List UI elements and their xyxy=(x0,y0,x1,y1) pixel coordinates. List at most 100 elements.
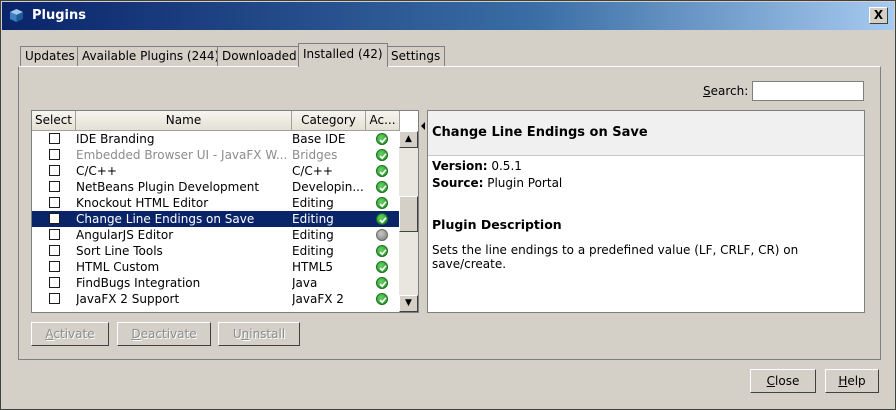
splitter-arrow-icon xyxy=(421,122,425,130)
select-checkbox[interactable] xyxy=(49,197,60,208)
active-cell xyxy=(366,275,400,291)
active-cell xyxy=(366,211,400,227)
plugin-name: Change Line Endings on Save xyxy=(76,212,255,226)
column-header-category[interactable]: Category xyxy=(292,111,366,131)
select-checkbox[interactable] xyxy=(49,277,60,288)
select-checkbox[interactable] xyxy=(49,133,60,144)
plugin-category: C/C++ xyxy=(292,164,333,178)
description-heading: Plugin Description xyxy=(432,217,562,232)
activate-button[interactable]: Activate xyxy=(31,322,109,346)
active-cell xyxy=(366,163,400,179)
table-row[interactable]: C/C++ C/C++ xyxy=(32,163,400,179)
check-circle-icon xyxy=(376,261,388,273)
plugin-category: Developin... xyxy=(292,180,364,194)
table-row[interactable]: Change Line Endings on Save Editing xyxy=(32,211,400,227)
table-row[interactable]: Sort Line Tools Editing xyxy=(32,243,400,259)
plugin-table: Select Name Category Ac... IDE Branding B… xyxy=(31,110,419,313)
grey-circle-icon xyxy=(376,229,388,241)
check-circle-icon xyxy=(376,149,388,161)
plugin-category: Editing xyxy=(292,212,334,226)
active-cell xyxy=(366,227,400,243)
table-row[interactable]: Embedded Browser UI - JavaFX W... Bridges xyxy=(32,147,400,163)
table-row[interactable]: AngularJS Editor Editing xyxy=(32,227,400,243)
tab-settings[interactable]: Settings xyxy=(386,46,446,66)
close-button[interactable]: Close xyxy=(750,369,816,393)
select-cell xyxy=(32,227,75,243)
window-close-button[interactable]: X xyxy=(869,7,888,24)
plugin-name: FindBugs Integration xyxy=(76,276,201,290)
tab-downloaded[interactable]: Downloaded xyxy=(217,46,302,66)
plugin-name: JavaFX 2 Support xyxy=(76,292,180,306)
title-bar: Plugins X xyxy=(2,2,894,30)
version-row: Version: 0.5.1 xyxy=(432,159,522,173)
plugin-name: HTML Custom xyxy=(76,260,160,274)
select-checkbox[interactable] xyxy=(49,261,60,272)
scroll-down-icon[interactable]: ▼ xyxy=(399,295,418,312)
plugin-name: NetBeans Plugin Development xyxy=(76,180,260,194)
plugin-cube-icon xyxy=(10,9,23,22)
check-circle-icon xyxy=(376,165,388,177)
select-checkbox[interactable] xyxy=(49,293,60,304)
scroll-up-icon[interactable]: ▲ xyxy=(399,131,418,148)
plugin-category: Java xyxy=(292,276,318,290)
active-cell xyxy=(366,179,400,195)
plugin-name: AngularJS Editor xyxy=(76,228,174,242)
active-cell xyxy=(366,195,400,211)
select-checkbox[interactable] xyxy=(49,165,60,176)
column-header-active[interactable]: Ac... xyxy=(366,111,400,131)
select-cell xyxy=(32,131,75,147)
active-cell xyxy=(366,291,400,307)
table-row[interactable]: NetBeans Plugin Development Developin... xyxy=(32,179,400,195)
check-circle-icon xyxy=(376,181,388,193)
column-header-name[interactable]: Name xyxy=(76,111,292,131)
select-cell xyxy=(32,195,75,211)
select-cell xyxy=(32,259,75,275)
scroll-thumb[interactable] xyxy=(399,196,418,232)
splitter-handle[interactable] xyxy=(420,110,426,313)
help-button[interactable]: Help xyxy=(825,369,879,393)
tab-available-plugins[interactable]: Available Plugins (244) xyxy=(77,46,225,66)
table-row[interactable]: JavaFX 2 Support JavaFX 2 xyxy=(32,291,400,307)
check-circle-icon xyxy=(376,293,388,305)
table-row[interactable]: HTML Custom HTML5 xyxy=(32,259,400,275)
select-checkbox[interactable] xyxy=(49,181,60,192)
plugin-name: IDE Branding xyxy=(76,132,155,146)
plugin-name: Embedded Browser UI - JavaFX W... xyxy=(76,148,288,162)
select-cell xyxy=(32,147,75,163)
search-input[interactable] xyxy=(752,81,864,101)
select-checkbox[interactable] xyxy=(49,245,60,256)
check-circle-icon xyxy=(376,245,388,257)
details-header: Change Line Endings on Save xyxy=(428,111,864,156)
uninstall-button[interactable]: Uninstall xyxy=(218,322,300,346)
plugin-name: Sort Line Tools xyxy=(76,244,163,258)
select-checkbox[interactable] xyxy=(49,213,60,224)
plugin-name: Knockout HTML Editor xyxy=(76,196,209,210)
check-circle-icon xyxy=(376,213,388,225)
active-cell xyxy=(366,131,400,147)
tab-installed[interactable]: Installed (42) xyxy=(298,43,388,67)
select-cell xyxy=(32,179,75,195)
select-checkbox[interactable] xyxy=(49,149,60,160)
column-header-select[interactable]: Select xyxy=(32,111,76,131)
source-row: Source: Plugin Portal xyxy=(432,176,563,190)
select-checkbox[interactable] xyxy=(49,229,60,240)
table-row[interactable]: IDE Branding Base IDE xyxy=(32,131,400,147)
active-cell xyxy=(366,243,400,259)
table-scrollbar[interactable]: ▲ ▼ xyxy=(399,131,418,312)
details-title: Change Line Endings on Save xyxy=(432,125,648,140)
plugin-name: C/C++ xyxy=(76,164,117,178)
table-row[interactable]: Knockout HTML Editor Editing xyxy=(32,195,400,211)
plugin-category: Base IDE xyxy=(292,132,346,146)
plugin-category: Editing xyxy=(292,228,334,242)
plugin-category: Editing xyxy=(292,244,334,258)
search-label: Search: xyxy=(703,84,749,98)
tab-updates[interactable]: Updates xyxy=(20,46,80,66)
select-cell xyxy=(32,163,75,179)
select-cell xyxy=(32,211,75,227)
plugin-category: HTML5 xyxy=(292,260,334,274)
check-circle-icon xyxy=(376,197,388,209)
active-cell xyxy=(366,147,400,163)
table-row[interactable]: FindBugs Integration Java xyxy=(32,275,400,291)
select-cell xyxy=(32,275,75,291)
deactivate-button[interactable]: Deactivate xyxy=(117,322,211,346)
